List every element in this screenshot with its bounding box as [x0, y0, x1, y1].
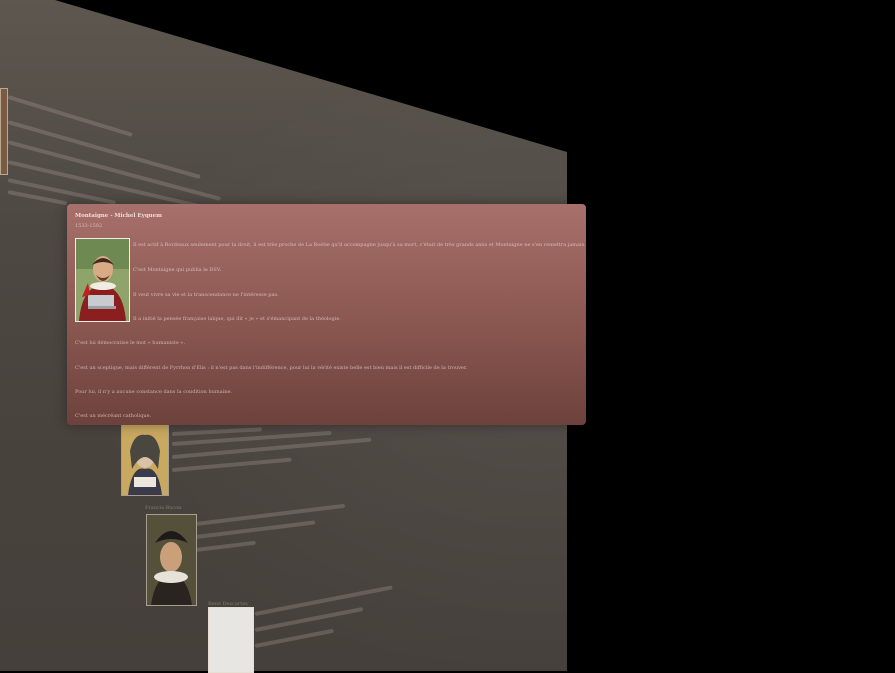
- montaigne-portrait-icon: [75, 238, 130, 322]
- background-portrait-top: [0, 88, 8, 175]
- bacon-caption: Francis Bacon: [145, 505, 182, 511]
- pascal-portrait-icon: [121, 424, 169, 496]
- card-paragraph: Il veut vivre sa vie et la transcendance…: [133, 292, 279, 298]
- card-paragraph: C'est Montaigne qui publia le DSV.: [133, 267, 222, 273]
- philosopher-card[interactable]: Montaigne - Michel Eyquem 1533-1592 Il e…: [67, 204, 586, 425]
- card-dates: 1533-1592: [75, 223, 103, 229]
- card-paragraph: C'est un mécréant catholique.: [75, 413, 152, 419]
- card-paragraph: Il est actif à Bordeaux seulement pour l…: [133, 242, 586, 248]
- card-paragraph: Pour lui, il n'y a aucune constance dans…: [75, 389, 232, 395]
- card-paragraph: Il a initié la pensée française laïque, …: [133, 316, 341, 322]
- descartes-portrait-icon: [208, 607, 254, 673]
- card-title: Montaigne - Michel Eyquem: [75, 213, 162, 219]
- card-paragraph: C'est lui démocratise le mot « humaniste…: [75, 340, 186, 346]
- bacon-portrait-icon: [146, 514, 197, 606]
- card-paragraph: C'est un sceptique, mais différent de Py…: [75, 365, 468, 371]
